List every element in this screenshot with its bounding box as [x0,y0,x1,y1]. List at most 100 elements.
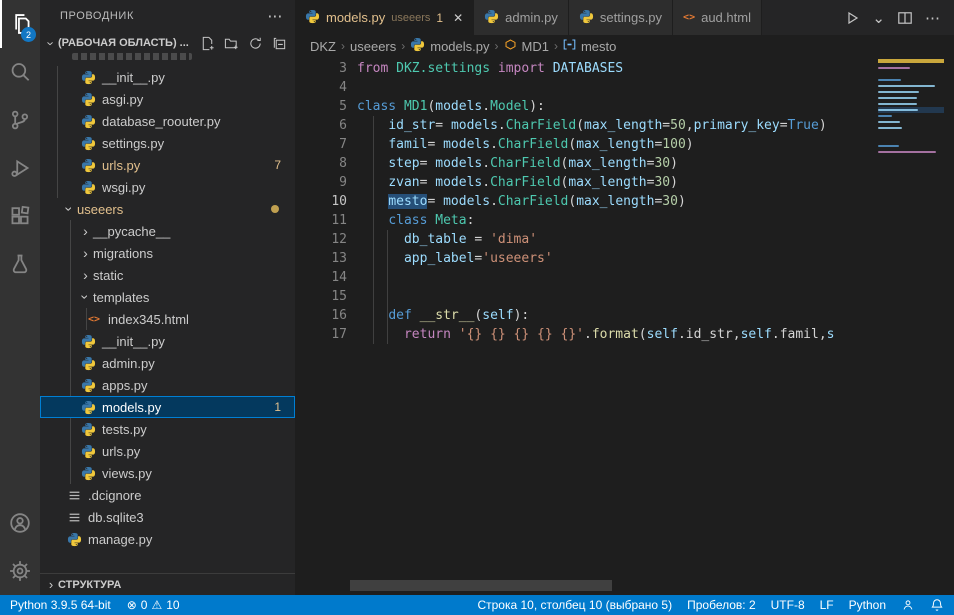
file-tree-item-db.sqlite3[interactable]: db.sqlite3 [40,506,295,528]
error-icon: ⊗ [127,598,137,612]
tree-item-label: views.py [102,466,152,481]
collapse-all-icon[interactable] [272,36,287,51]
tab-aud.html[interactable]: <>aud.html [673,0,762,35]
tree-item-label: db.sqlite3 [88,510,144,525]
encoding[interactable]: UTF-8 [771,598,805,612]
file-tree-item-__init__.py[interactable]: __init__.py [40,66,295,88]
class-file-icon [504,38,517,54]
eol-sequence[interactable]: LF [820,598,834,612]
code-line-text: id_str= models.CharField(max_length=50,p… [357,116,827,135]
tree-item-label: static [93,268,123,283]
outline-section-header[interactable]: › СТРУКТУРА [40,573,295,595]
run-debug-icon[interactable] [0,144,40,192]
search-icon[interactable] [0,48,40,96]
file-tree-item-database_roouter.py[interactable]: database_roouter.py [40,110,295,132]
tree-item-label: templates [93,290,149,305]
line-number: 4 [295,78,347,97]
python-file-icon [80,443,96,459]
python-file-icon [80,179,96,195]
line-number: 17 [295,325,347,344]
more-actions-icon[interactable]: ⋯ [925,9,940,27]
file-tree-item-urls.py[interactable]: urls.py7 [40,154,295,176]
file-tree-item-index345.html[interactable]: <>index345.html [40,308,295,330]
line-number: 14 [295,268,347,287]
refresh-icon[interactable] [248,36,263,51]
file-tree-item-views.py[interactable]: views.py [40,462,295,484]
code-editor[interactable]: 3from DKZ.settings import DATABASES45cla… [295,57,954,595]
modified-dot [271,205,279,213]
tab-admin.py[interactable]: admin.py [474,0,569,35]
tree-item-label: database_roouter.py [102,114,221,129]
folder-tree-item-templates[interactable]: ›templates [40,286,295,308]
new-file-icon[interactable] [200,36,215,51]
workspace-section-header[interactable]: › (РАБОЧАЯ ОБЛАСТЬ) ... [40,32,295,54]
tree-item-label: models.py [102,400,161,415]
code-line: 11 class Meta: [295,211,954,230]
file-tree-item-.dcignore[interactable]: .dcignore [40,484,295,506]
code-line: 6 id_str= models.CharField(max_length=50… [295,116,954,135]
file-tree-item-asgi.py[interactable]: asgi.py [40,88,295,110]
file-tree-item-__init__.py[interactable]: __init__.py [40,330,295,352]
code-line-text: def __str__(self): [357,306,529,325]
run-dropdown-icon[interactable]: ⌄ [872,9,885,27]
chevron-right-icon: › [78,245,93,261]
code-line-text: db_table = 'dima' [357,230,537,249]
html-file-icon: <> [683,12,695,23]
breadcrumb-item-MD1[interactable]: MD1 [522,39,549,54]
minimap[interactable] [878,59,944,155]
file-tree-item-tests.py[interactable]: tests.py [40,418,295,440]
tab-models.py[interactable]: models.pyuseeers1✕ [295,0,474,35]
extensions-icon[interactable] [0,192,40,240]
file-tree-item-urls.py[interactable]: urls.py [40,440,295,462]
account-icon[interactable] [0,499,40,547]
file-tree-item-admin.py[interactable]: admin.py [40,352,295,374]
python-file-icon [410,37,425,55]
horizontal-scrollbar[interactable] [350,580,612,591]
file-tree-item-manage.py[interactable]: manage.py [40,528,295,550]
feedback-icon[interactable] [901,598,915,612]
indentation[interactable]: Пробелов: 2 [687,598,756,612]
notifications-bell-icon[interactable] [930,598,944,612]
problems-badge: 7 [274,158,295,172]
tree-item-label: manage.py [88,532,152,547]
code-line: 12 db_table = 'dima' [295,230,954,249]
split-editor-icon[interactable] [897,10,913,26]
chevron-right-icon: › [44,577,58,592]
folder-tree-item-useeers[interactable]: ›useeers [40,198,295,220]
folder-tree-item-static[interactable]: ›static [40,264,295,286]
tree-item-label: admin.py [102,356,155,371]
run-file-icon[interactable] [844,10,860,26]
breadcrumb-item-mesto[interactable]: mesto [581,39,616,54]
code-line: 15 [295,287,954,306]
file-tree-item-settings.py[interactable]: settings.py [40,132,295,154]
python-file-icon [80,465,96,481]
tab-settings.py[interactable]: settings.py [569,0,673,35]
activity-bar: 2 [0,0,40,595]
file-tree-item-apps.py[interactable]: apps.py [40,374,295,396]
problems-indicator[interactable]: ⊗ 0 ⚠ 10 [127,598,180,612]
breadcrumb-item-useeers[interactable]: useeers [350,39,396,54]
close-tab-icon[interactable]: ✕ [453,11,463,25]
cursor-position[interactable]: Строка 10, столбец 10 (выбрано 5) [477,598,672,612]
tree-item-label: __pycache__ [93,224,170,239]
line-number: 7 [295,135,347,154]
testing-icon[interactable] [0,240,40,288]
language-mode[interactable]: Python [849,598,886,612]
python-interpreter[interactable]: Python 3.9.5 64-bit [10,598,111,612]
source-control-icon[interactable] [0,96,40,144]
breadcrumb-item-models.py[interactable]: models.py [430,39,489,54]
file-tree-item-wsgi.py[interactable]: wsgi.py [40,176,295,198]
folder-tree-item-__pycache__[interactable]: ›__pycache__ [40,220,295,242]
tree-item-label: .dcignore [88,488,141,503]
settings-gear-icon[interactable] [0,547,40,595]
views-more-icon[interactable]: ⋯ [267,7,283,25]
chevron-right-icon: › [78,267,93,283]
new-folder-icon[interactable] [224,36,239,51]
explorer-icon[interactable]: 2 [0,0,40,48]
partially-scrolled-item [72,53,192,60]
line-number: 10 [295,192,347,211]
breadcrumb-item-DKZ[interactable]: DKZ [310,39,336,54]
python-file-icon [305,9,320,27]
folder-tree-item-migrations[interactable]: ›migrations [40,242,295,264]
file-tree-item-models.py[interactable]: models.py1 [40,396,295,418]
